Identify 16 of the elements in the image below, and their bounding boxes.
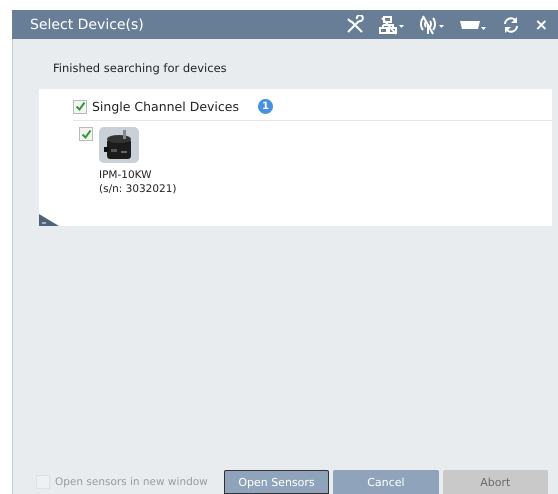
wireless-icon[interactable] [418, 14, 445, 34]
dialog-button[interactable]: Open Sensors [224, 470, 330, 494]
device-serial: (s/n: 3032021) [99, 182, 176, 196]
count-badge: 1 [258, 99, 273, 114]
device-name: IPM-10KW [99, 168, 153, 182]
window-title: Select Device(s) [30, 16, 145, 32]
checkbox[interactable] [79, 127, 93, 141]
option-label: Open sensors in new window [55, 476, 208, 488]
close-button[interactable]: × [534, 15, 548, 34]
checkbox[interactable] [73, 100, 87, 114]
corner-icon[interactable] [39, 214, 59, 226]
status-text: Finished searching for devices [53, 61, 228, 75]
group-label: Single Channel Devices [92, 99, 239, 114]
tools-icon[interactable] [344, 14, 365, 34]
network-icon[interactable] [378, 14, 405, 34]
dialog-button[interactable]: Cancel [333, 470, 439, 494]
